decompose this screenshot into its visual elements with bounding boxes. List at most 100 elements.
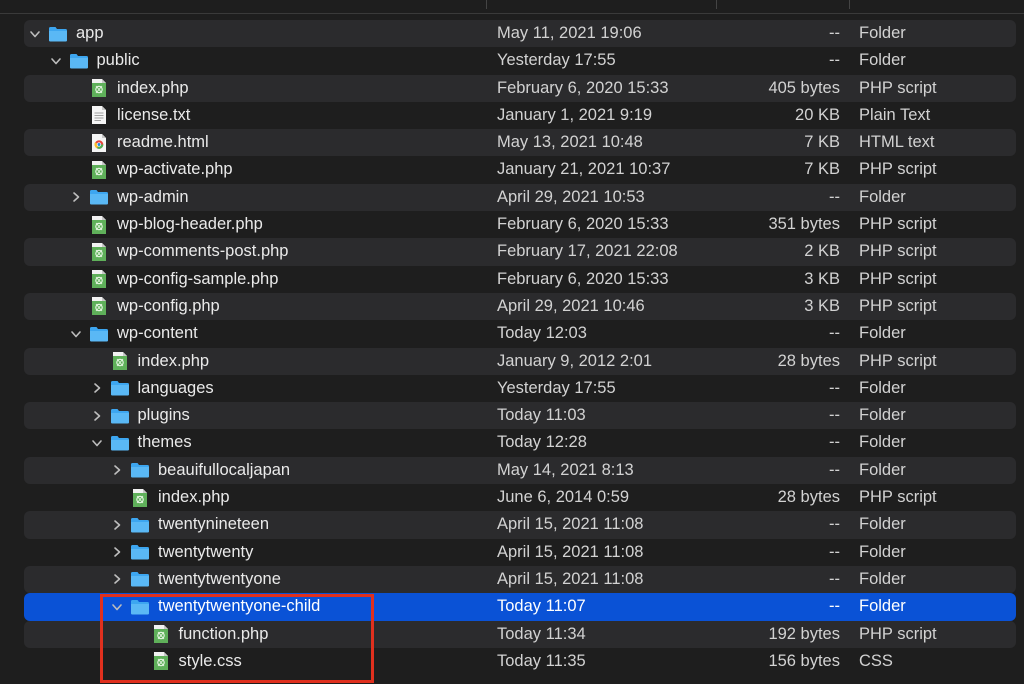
file-row[interactable]: wp-blog-header.php February 6, 2020 15:33… xyxy=(0,211,1024,238)
date-modified: Today 11:03 xyxy=(497,406,586,425)
php-file-icon xyxy=(89,160,109,180)
folder-row[interactable]: app May 11, 2021 19:06 -- Folder xyxy=(0,20,1024,48)
name-cell[interactable]: twentynineteen xyxy=(110,511,269,538)
file-row[interactable]: wp-activate.php January 21, 2021 10:37 7 K… xyxy=(0,156,1024,183)
folder-row[interactable]: twentynineteen April 15, 2021 11:08 -- Fold… xyxy=(0,511,1024,539)
chevron-right-icon[interactable] xyxy=(110,518,124,532)
date-modified: January 21, 2021 10:37 xyxy=(497,160,671,179)
name-cell[interactable]: public xyxy=(49,47,140,74)
file-row[interactable]: license.txt January 1, 2021 9:19 20 KB Plai… xyxy=(0,102,1024,129)
folder-icon xyxy=(110,378,130,398)
html-file-icon xyxy=(89,133,109,153)
name-cell[interactable]: function.php xyxy=(131,621,268,648)
folder-row[interactable]: twentytwentyone-child Today 11:07 -- Folder xyxy=(0,593,1024,621)
folder-row[interactable]: wp-content Today 12:03 -- Folder xyxy=(0,320,1024,347)
folder-row[interactable]: twentytwenty April 15, 2021 11:08 -- Folder xyxy=(0,539,1024,566)
folder-row[interactable]: wp-admin April 29, 2021 10:53 -- Folder xyxy=(0,183,1024,212)
file-size: -- xyxy=(829,24,840,42)
folder-row[interactable]: beauifullocaljapan May 14, 2021 8:13 -- Fol… xyxy=(0,456,1024,485)
name-cell[interactable]: languages xyxy=(90,375,214,402)
item-name: style.css xyxy=(178,651,242,670)
file-row[interactable]: index.php February 6, 2020 15:33 405 bytes… xyxy=(0,74,1024,102)
file-row[interactable]: wp-comments-post.php February 17, 2021 22… xyxy=(0,238,1024,266)
name-cell[interactable]: app xyxy=(28,20,104,47)
folder-row[interactable]: plugins Today 11:03 -- Folder xyxy=(0,402,1024,430)
folder-row[interactable]: languages Yesterday 17:55 -- Folder xyxy=(0,375,1024,402)
file-kind: PHP script xyxy=(859,351,937,370)
name-cell[interactable]: wp-config.php xyxy=(69,293,220,320)
date-modified: Today 12:03 xyxy=(497,324,587,343)
file-kind: Folder xyxy=(859,51,906,70)
php-file-icon xyxy=(89,269,109,289)
item-name: twentynineteen xyxy=(158,515,269,534)
item-name: beauifullocaljapan xyxy=(158,460,291,479)
chevron-right-icon[interactable] xyxy=(69,190,83,204)
name-cell[interactable]: twentytwenty xyxy=(110,539,253,566)
chevron-down-icon[interactable] xyxy=(110,600,124,614)
name-cell[interactable]: wp-blog-header.php xyxy=(69,211,263,238)
name-cell[interactable]: index.php xyxy=(90,348,209,375)
file-kind: Folder xyxy=(859,24,906,42)
item-name: wp-config.php xyxy=(117,296,220,315)
chevron-right-icon[interactable] xyxy=(90,409,104,423)
file-size: -- xyxy=(829,51,840,70)
item-name: wp-activate.php xyxy=(117,160,233,179)
file-row[interactable]: function.php Today 11:34 192 bytes PHP scri… xyxy=(0,620,1024,648)
item-name: readme.html xyxy=(117,133,209,152)
date-modified: Today 11:07 xyxy=(497,597,586,616)
item-name: wp-content xyxy=(117,324,198,343)
name-cell[interactable]: twentytwentyone-child xyxy=(110,593,320,620)
folder-row[interactable]: twentytwentyone April 15, 2021 11:08 -- Fol… xyxy=(0,565,1024,594)
file-size: -- xyxy=(829,187,840,206)
item-name: wp-config-sample.php xyxy=(117,269,279,288)
date-modified: Today 11:34 xyxy=(497,624,586,643)
file-row[interactable]: wp-config-sample.php February 6, 2020 15:… xyxy=(0,266,1024,293)
name-cell[interactable]: wp-admin xyxy=(69,184,189,211)
item-name: twentytwentyone xyxy=(158,569,281,588)
date-modified: April 15, 2021 11:08 xyxy=(497,542,644,561)
file-row[interactable]: style.css Today 11:35 156 bytes CSS xyxy=(0,648,1024,675)
chevron-right-icon[interactable] xyxy=(110,463,124,477)
name-cell[interactable]: wp-comments-post.php xyxy=(69,238,289,265)
file-row[interactable]: index.php June 6, 2014 0:59 28 bytes PHP sc… xyxy=(0,484,1024,511)
name-cell[interactable]: beauifullocaljapan xyxy=(110,457,290,484)
name-cell[interactable]: wp-config-sample.php xyxy=(69,266,278,293)
file-kind: PHP script xyxy=(859,296,937,315)
file-row[interactable]: index.php January 9, 2012 2:01 28 bytes PHP… xyxy=(0,347,1024,375)
folder-row[interactable]: public Yesterday 17:55 -- Folder xyxy=(0,47,1024,74)
column-divider[interactable] xyxy=(849,0,850,9)
chevron-right-icon[interactable] xyxy=(90,381,104,395)
name-cell[interactable]: plugins xyxy=(90,402,190,429)
file-kind: Folder xyxy=(859,324,906,343)
file-size: 7 KB xyxy=(804,133,840,152)
name-cell[interactable]: twentytwentyone xyxy=(110,566,281,593)
name-cell[interactable]: wp-activate.php xyxy=(69,156,233,183)
name-cell[interactable]: index.php xyxy=(69,75,189,102)
chevron-down-icon[interactable] xyxy=(49,54,63,68)
item-name: themes xyxy=(137,433,192,452)
file-size: -- xyxy=(829,324,840,343)
file-row[interactable]: wp-config.php April 29, 2021 10:46 3 KB PHP… xyxy=(0,292,1024,321)
file-kind: HTML text xyxy=(859,133,935,152)
chevron-down-icon[interactable] xyxy=(69,327,83,341)
name-cell[interactable]: style.css xyxy=(131,648,242,675)
chevron-right-icon[interactable] xyxy=(110,545,124,559)
chevron-down-icon[interactable] xyxy=(28,27,42,41)
file-size: 351 bytes xyxy=(768,215,840,234)
folder-icon xyxy=(48,24,68,44)
file-size: 28 bytes xyxy=(777,351,840,370)
name-cell[interactable]: index.php xyxy=(110,484,230,511)
name-cell[interactable]: themes xyxy=(90,429,192,456)
column-divider[interactable] xyxy=(716,0,717,9)
name-cell[interactable]: license.txt xyxy=(69,102,190,129)
file-size: -- xyxy=(829,542,840,561)
php-file-icon xyxy=(89,242,109,262)
folder-row[interactable]: themes Today 12:28 -- Folder xyxy=(0,429,1024,456)
file-row[interactable]: readme.html May 13, 2021 10:48 7 KB HTML te… xyxy=(0,129,1024,157)
chevron-right-icon[interactable] xyxy=(110,572,124,586)
column-divider[interactable] xyxy=(486,0,487,9)
name-cell[interactable]: wp-content xyxy=(69,320,198,347)
column-header-strip xyxy=(0,0,1024,14)
name-cell[interactable]: readme.html xyxy=(69,129,209,156)
chevron-down-icon[interactable] xyxy=(90,436,104,450)
